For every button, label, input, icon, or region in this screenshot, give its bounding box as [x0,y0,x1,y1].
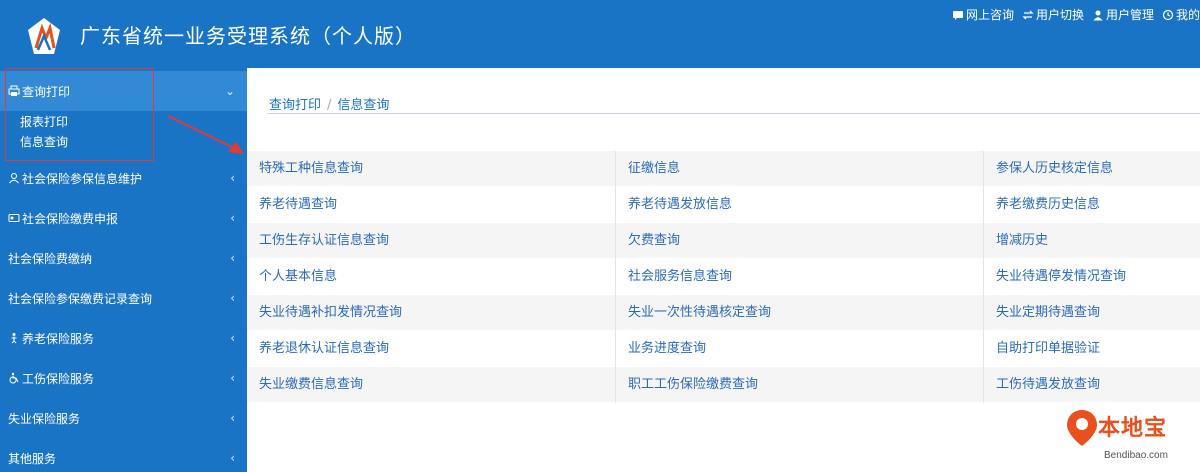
query-link[interactable]: 养老待遇查询 [247,187,616,223]
breadcrumb-item-info-query[interactable]: 信息查询 [337,98,389,113]
sidebar-item-enrollment[interactable]: 社会保险参保信息维护 ‹ [0,158,247,198]
table-row: 失业待遇补扣发情况查询 失业一次性待遇核定查询 失业定期待遇查询 [247,295,1200,331]
query-link[interactable]: 业务进度查询 [616,331,984,367]
history-icon [1162,9,1174,20]
table-row: 养老待遇查询 养老待遇发放信息 养老缴费历史信息 [247,187,1200,223]
sidebar-item-payment[interactable]: 社会保险费缴纳 ‹ [0,238,247,278]
person-icon [11,333,17,344]
chevron-left-icon: ‹ [230,331,235,345]
query-link[interactable]: 失业缴费信息查询 [247,367,616,403]
query-link[interactable]: 失业待遇停发情况查询 [984,259,1200,295]
query-link[interactable]: 社会服务信息查询 [616,259,984,295]
sidebar-subitem-info-query[interactable]: 信息查询 [20,132,247,152]
breadcrumb: 查询打印 / 信息查询 [269,94,389,113]
query-link[interactable]: 工伤待遇发放查询 [984,367,1200,403]
sidebar-item-query-print[interactable]: 查询打印 ⌄ [0,71,247,111]
online-consult-link[interactable]: 网上咨询 [952,6,1014,23]
printer-icon [8,85,20,96]
sidebar-item-pension[interactable]: 养老保险服务 ‹ [0,318,247,358]
query-link[interactable]: 欠费查询 [616,223,984,259]
table-row: 个人基本信息 社会服务信息查询 失业待遇停发情况查询 [247,259,1200,295]
sidebar-item-label: 查询打印 [22,84,71,99]
chat-icon [952,10,963,20]
table-row: 特殊工种信息查询 征缴信息 参保人历史核定信息 [247,151,1200,187]
query-link[interactable]: 工伤生存认证信息查询 [247,223,616,259]
chevron-left-icon: ‹ [230,451,235,465]
logo-icon [28,18,60,54]
sidebar-item-unemployment[interactable]: 失业保险服务 ‹ [0,398,247,438]
my-label: 我的 [1175,8,1200,22]
query-link[interactable]: 失业定期待遇查询 [984,295,1200,331]
sidebar-item-label: 社会保险参保信息维护 [22,171,143,186]
breadcrumb-separator: / [327,98,332,113]
user-manage-label: 用户管理 [1105,8,1154,22]
breadcrumb-divider [267,113,1200,114]
query-link[interactable]: 失业待遇补扣发情况查询 [247,295,616,331]
query-link[interactable]: 征缴信息 [616,151,984,187]
query-link[interactable]: 特殊工种信息查询 [247,151,616,187]
chevron-left-icon: ‹ [230,251,235,265]
sidebar-item-label: 失业保险服务 [8,411,81,426]
query-link[interactable]: 职工工伤保险缴费查询 [616,367,984,403]
sidebar-item-label: 其他服务 [8,451,57,466]
query-link[interactable]: 养老待遇发放信息 [616,187,984,223]
wheelchair-icon [9,372,19,384]
sidebar-item-label: 工伤保险服务 [22,371,95,386]
sidebar-subitem-report-print[interactable]: 报表打印 [20,112,247,132]
query-link[interactable]: 自助打印单据验证 [984,331,1200,367]
table-row: 工伤生存认证信息查询 欠费查询 增减历史 [247,223,1200,259]
sidebar-item-label: 社会保险费缴纳 [8,251,93,266]
sidebar-item-declaration[interactable]: 社会保险缴费申报 ‹ [0,198,247,238]
query-link-grid: 特殊工种信息查询 征缴信息 参保人历史核定信息 养老待遇查询 养老待遇发放信息 … [247,151,1200,403]
chevron-down-icon: ⌄ [224,84,235,98]
chevron-left-icon: ‹ [230,291,235,305]
user-switch-link[interactable]: 用户切换 [1022,6,1084,23]
chevron-left-icon: ‹ [230,411,235,425]
header-bar: 广东省统一业务受理系统（个人版） 网上咨询 用户切换 用户管理 我的 [0,0,1200,68]
card-icon [8,214,20,222]
sidebar: 查询打印 ⌄ 报表打印 信息查询 社会保险参保信息维护 ‹ 社会保险缴费申报 ‹… [0,68,247,472]
chevron-left-icon: ‹ [230,211,235,225]
top-links: 网上咨询 用户切换 用户管理 我的 [952,6,1200,23]
query-link[interactable]: 参保人历史核定信息 [984,151,1200,187]
sidebar-submenu: 报表打印 信息查询 [0,111,247,158]
main-panel: 查询打印 / 信息查询 特殊工种信息查询 征缴信息 参保人历史核定信息 养老待遇查询… [247,68,1200,472]
online-consult-label: 网上咨询 [965,8,1014,22]
query-link[interactable]: 个人基本信息 [247,259,616,295]
user-icon [9,173,19,184]
my-link[interactable]: 我的 [1162,6,1200,23]
query-link[interactable]: 增减历史 [984,223,1200,259]
sidebar-item-other[interactable]: 其他服务 ‹ [0,438,247,472]
switch-icon [1022,10,1034,19]
app-title: 广东省统一业务受理系统（个人版） [80,24,416,48]
sidebar-item-label: 社会保险参保缴费记录查询 [8,291,153,306]
breadcrumb-item-query-print[interactable]: 查询打印 [269,98,321,113]
query-link[interactable]: 养老退休认证信息查询 [247,331,616,367]
chevron-left-icon: ‹ [230,171,235,185]
user-switch-label: 用户切换 [1035,8,1084,22]
user-manage-link[interactable]: 用户管理 [1092,6,1154,23]
sidebar-item-label: 养老保险服务 [22,331,95,346]
query-link[interactable]: 失业一次性待遇核定查询 [616,295,984,331]
query-link[interactable]: 养老缴费历史信息 [984,187,1200,223]
sidebar-item-label: 社会保险缴费申报 [22,211,119,226]
chevron-left-icon: ‹ [230,371,235,385]
sidebar-item-record-query[interactable]: 社会保险参保缴费记录查询 ‹ [0,278,247,318]
sidebar-item-injury[interactable]: 工伤保险服务 ‹ [0,358,247,398]
table-row: 失业缴费信息查询 职工工伤保险缴费查询 工伤待遇发放查询 [247,367,1200,403]
table-row: 养老退休认证信息查询 业务进度查询 自助打印单据验证 [247,331,1200,367]
user-icon [1093,10,1103,20]
